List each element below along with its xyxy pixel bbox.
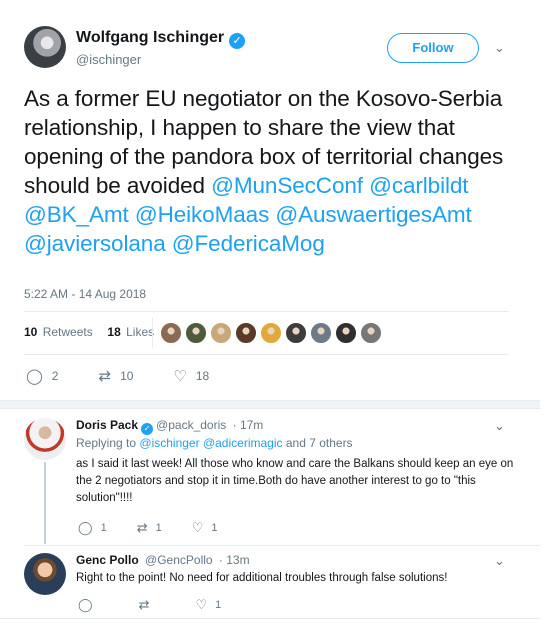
verified-badge-icon: ✓ — [229, 33, 246, 49]
like-button[interactable]: ♡ 1 — [192, 520, 218, 536]
divider — [24, 311, 508, 312]
mention-link[interactable]: @FedericaMog — [172, 231, 325, 256]
reply-actions: ◯ ⇄ ♡ 1 — [78, 597, 251, 613]
engagement-stats: 10 Retweets 18 Likes — [24, 325, 154, 339]
like-count: 18 — [195, 369, 210, 383]
author-name[interactable]: Wolfgang Ischinger ✓ — [76, 29, 246, 49]
follow-button[interactable]: Follow — [387, 33, 479, 63]
reply-button[interactable]: ◯ 2 — [26, 367, 58, 385]
like-button[interactable]: ♡ 18 — [173, 367, 209, 385]
retweet-button[interactable]: ⇄ 1 — [137, 520, 162, 536]
retweets-stat[interactable]: 10 Retweets — [24, 325, 93, 339]
reply-author[interactable]: Doris Pack ✓ @pack_doris · 17m — [76, 418, 263, 435]
mention-link[interactable]: @MunSecConf — [211, 173, 363, 198]
mention-link[interactable]: @HeikoMaas — [135, 202, 269, 227]
liker-avatar[interactable] — [210, 322, 232, 344]
like-icon: ♡ — [195, 597, 208, 612]
reply-count: 1 — [100, 522, 107, 534]
retweet-count: 1 — [155, 522, 162, 534]
author-avatar[interactable] — [24, 26, 66, 68]
stat-divider — [152, 318, 153, 348]
reply-author-name[interactable]: Genc Pollo — [76, 553, 139, 567]
replying-others[interactable]: and 7 others — [286, 436, 353, 450]
chevron-down-icon[interactable]: ⌄ — [494, 418, 505, 434]
verified-badge-icon: ✓ — [141, 423, 154, 435]
reply-time[interactable]: · 17m — [233, 418, 264, 432]
tweet-actions: ◯ 2 ⇄ 10 ♡ 18 — [26, 367, 249, 385]
reply-author-name[interactable]: Doris Pack — [76, 418, 138, 432]
reply-time[interactable]: · 13m — [219, 553, 250, 567]
retweets-label: Retweets — [42, 325, 93, 339]
reply-avatar[interactable] — [24, 418, 66, 460]
reply-button[interactable]: ◯ 1 — [78, 520, 107, 536]
mention-link[interactable]: @carlbildt — [369, 173, 468, 198]
author-name-text[interactable]: Wolfgang Ischinger — [76, 29, 224, 46]
reply-text: Right to the point! No need for addition… — [76, 572, 448, 584]
divider — [24, 354, 508, 355]
tweet-timestamp[interactable]: 5:22 AM - 14 Aug 2018 — [24, 287, 146, 301]
liker-avatar[interactable] — [360, 322, 382, 344]
like-button[interactable]: ♡ 1 — [195, 597, 221, 613]
reply-button[interactable]: ◯ — [78, 597, 101, 613]
retweets-count: 10 — [24, 325, 38, 339]
thread-line — [44, 462, 46, 544]
reply-icon: ◯ — [26, 368, 43, 385]
mention-link[interactable]: @javiersolana — [24, 231, 166, 256]
reply-icon: ◯ — [78, 520, 93, 535]
likes-label: Likes — [126, 325, 155, 339]
like-icon: ♡ — [173, 368, 187, 385]
replies-separator — [0, 400, 540, 409]
mention-link[interactable]: @BK_Amt — [24, 202, 129, 227]
divider — [24, 545, 540, 546]
likers-avatars — [160, 322, 382, 344]
reply-handle[interactable]: @GencPollo — [145, 553, 213, 567]
reply-author[interactable]: Genc Pollo @GencPollo · 13m — [76, 553, 250, 567]
liker-avatar[interactable] — [260, 322, 282, 344]
tweet-text: As a former EU negotiator on the Kosovo-… — [24, 84, 524, 258]
reply-handle[interactable]: @pack_doris — [156, 418, 226, 432]
liker-avatar[interactable] — [235, 322, 257, 344]
likes-stat[interactable]: 18 Likes — [107, 325, 154, 339]
liker-avatar[interactable] — [160, 322, 182, 344]
liker-avatar[interactable] — [310, 322, 332, 344]
chevron-down-icon[interactable]: ⌄ — [494, 40, 505, 56]
replying-to-label: Replying to — [76, 436, 137, 450]
reply-avatar[interactable] — [24, 553, 66, 595]
divider — [0, 618, 540, 619]
reply-icon: ◯ — [78, 597, 93, 612]
retweet-button[interactable]: ⇄ 10 — [98, 367, 133, 385]
liker-avatar[interactable] — [285, 322, 307, 344]
retweet-icon: ⇄ — [98, 368, 112, 385]
chevron-down-icon[interactable]: ⌄ — [494, 553, 505, 569]
reply-actions: ◯ 1 ⇄ 1 ♡ 1 — [78, 520, 248, 536]
mention-link[interactable]: @AuswaertigesAmt — [275, 202, 471, 227]
reply-count: 2 — [51, 369, 59, 383]
liker-avatar[interactable] — [335, 322, 357, 344]
mention-link[interactable]: @ischinger — [139, 436, 199, 450]
retweet-icon: ⇄ — [136, 520, 148, 535]
retweet-button[interactable]: ⇄ — [139, 597, 158, 613]
replying-to: Replying to @ischinger @adicerimagic and… — [76, 436, 353, 450]
mention-link[interactable]: @adicerimagic — [203, 436, 283, 450]
like-count: 1 — [211, 522, 218, 534]
liker-avatar[interactable] — [185, 322, 207, 344]
retweet-icon: ⇄ — [138, 597, 150, 612]
likes-count: 18 — [107, 325, 121, 339]
author-handle[interactable]: @ischinger — [76, 52, 141, 67]
retweet-count: 10 — [120, 369, 134, 383]
like-icon: ♡ — [191, 520, 204, 535]
like-count: 1 — [215, 599, 222, 611]
reply-text: as I said it last week! All those who kn… — [76, 458, 514, 504]
